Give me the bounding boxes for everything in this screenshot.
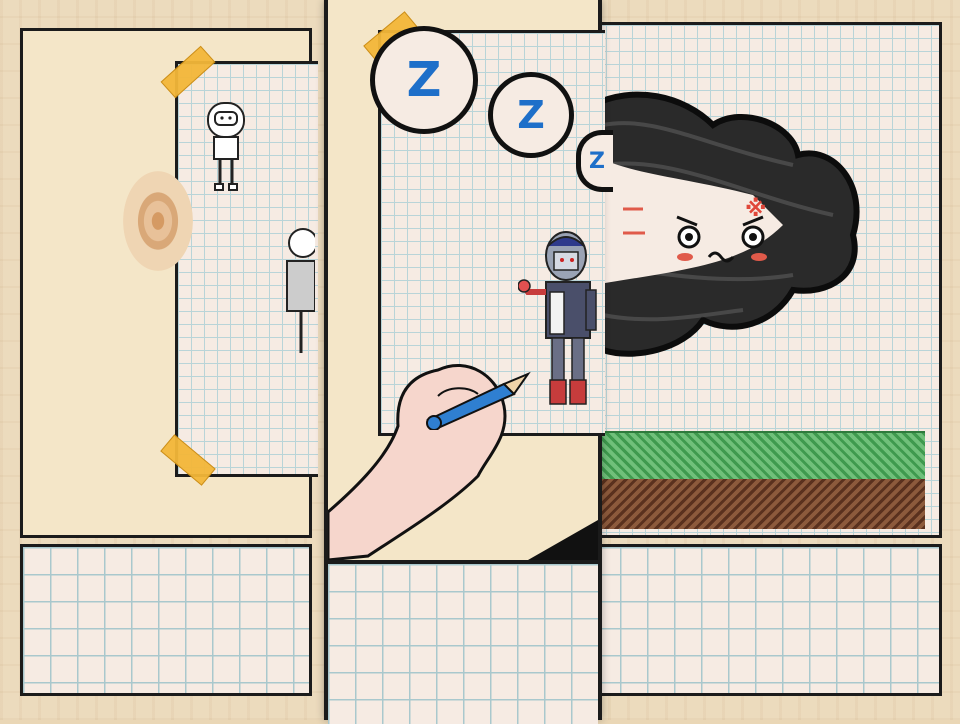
sleep-z-icon: Z xyxy=(589,148,605,174)
grass-ground-block xyxy=(593,431,925,481)
sleep-bubble-small: Z xyxy=(576,130,613,192)
sleep-bubble-large: Z xyxy=(370,26,478,134)
pencil-icon xyxy=(426,371,531,430)
center-lower-grid-panel xyxy=(328,560,598,724)
wood-knot xyxy=(123,171,193,271)
partial-robot-sketch xyxy=(286,228,315,353)
center-comic-panel: Z Z Z xyxy=(324,0,613,724)
right-lower-grid-panel xyxy=(590,544,942,696)
page-fold-shadow xyxy=(528,520,598,560)
doodle-robot-sketch xyxy=(207,102,245,191)
sleep-z-icon: Z xyxy=(517,93,545,137)
anger-mark-icon: ※ xyxy=(745,197,767,222)
dirt-ground-block xyxy=(593,479,925,529)
left-lower-grid-panel xyxy=(20,544,312,696)
left-comic-panel xyxy=(20,28,318,538)
sleep-z-icon: Z xyxy=(406,52,442,108)
angry-storm-cloud xyxy=(593,91,860,357)
sleep-bubble-medium: Z xyxy=(488,72,574,158)
right-comic-panel: ※ xyxy=(590,22,942,538)
